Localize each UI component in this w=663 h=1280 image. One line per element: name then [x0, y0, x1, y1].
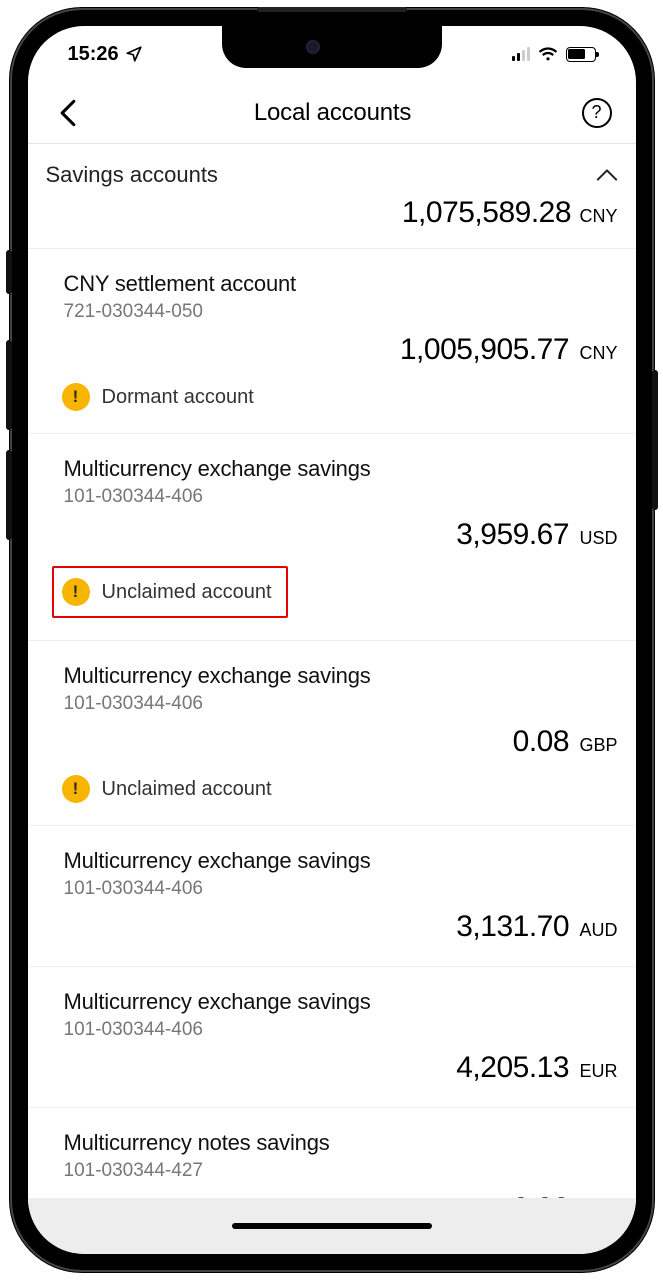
status-left: 15:26: [68, 43, 143, 66]
question-icon: ?: [591, 102, 601, 123]
account-status: ! Unclaimed account: [62, 775, 618, 803]
account-item[interactable]: CNY settlement account 721-030344-050 1,…: [28, 249, 636, 434]
account-balance: 3,131.70 AUD: [64, 910, 618, 944]
phone-frame: 15:26 Local accounts ? Savings accounts: [12, 10, 652, 1270]
warning-icon: !: [62, 578, 90, 606]
status-text: Unclaimed account: [102, 778, 272, 801]
balance-amount: 1,005,905.77: [400, 333, 569, 366]
account-number: 101-030344-406: [64, 486, 618, 508]
side-button-vol-up: [6, 340, 12, 430]
account-name: Multicurrency notes savings: [64, 1130, 618, 1156]
screen: 15:26 Local accounts ? Savings accounts: [28, 26, 636, 1254]
balance-amount: 3,959.67: [456, 518, 569, 551]
location-arrow-icon: [125, 45, 143, 63]
account-item[interactable]: Multicurrency exchange savings 101-03034…: [28, 967, 636, 1108]
balance-currency: GBP: [579, 735, 617, 755]
side-button-power: [652, 370, 658, 510]
account-balance: 1,005,905.77 CNY: [64, 333, 618, 367]
account-item[interactable]: Multicurrency exchange savings 101-03034…: [28, 434, 636, 641]
account-item[interactable]: Multicurrency exchange savings 101-03034…: [28, 641, 636, 826]
home-indicator-bar: [28, 1198, 636, 1254]
camera-dot: [306, 40, 320, 54]
account-name: Multicurrency exchange savings: [64, 456, 618, 482]
content-scroll[interactable]: Savings accounts 1,075,589.28 CNY CNY se…: [28, 144, 636, 1254]
wifi-icon: [538, 46, 558, 62]
page-title: Local accounts: [254, 99, 411, 127]
account-name: Multicurrency exchange savings: [64, 989, 618, 1015]
account-item[interactable]: Multicurrency exchange savings 101-03034…: [28, 826, 636, 967]
account-name: Multicurrency exchange savings: [64, 848, 618, 874]
page-header: Local accounts ?: [28, 82, 636, 144]
balance-amount: 0.08: [513, 725, 569, 758]
account-number: 101-030344-406: [64, 878, 618, 900]
balance-currency: AUD: [579, 920, 617, 940]
account-number: 721-030344-050: [64, 301, 618, 323]
balance-amount: 4,205.13: [456, 1051, 569, 1084]
account-balance: 0.08 GBP: [64, 725, 618, 759]
warning-icon: !: [62, 775, 90, 803]
balance-currency: USD: [579, 528, 617, 548]
section-header-savings[interactable]: Savings accounts 1,075,589.28 CNY: [28, 144, 636, 249]
battery-icon: [566, 47, 596, 62]
balance-currency: CNY: [579, 343, 617, 363]
section-total-currency: CNY: [579, 206, 617, 226]
account-status-highlighted: ! Unclaimed account: [52, 566, 288, 618]
section-title: Savings accounts: [46, 162, 218, 188]
home-indicator[interactable]: [232, 1223, 432, 1229]
warning-icon: !: [62, 383, 90, 411]
chevron-up-icon: [596, 168, 618, 182]
status-right: [512, 46, 596, 62]
help-button[interactable]: ?: [582, 98, 612, 128]
side-button-mute: [6, 250, 12, 294]
account-status: ! Dormant account: [62, 383, 618, 411]
status-text: Unclaimed account: [102, 581, 272, 604]
side-button-vol-down: [6, 450, 12, 540]
back-button[interactable]: [52, 97, 84, 129]
section-total: 1,075,589.28 CNY: [46, 196, 618, 230]
balance-amount: 3,131.70: [456, 910, 569, 943]
account-balance: 4,205.13 EUR: [64, 1051, 618, 1085]
notch: [222, 26, 442, 68]
account-balance: 3,959.67 USD: [64, 518, 618, 552]
account-number: 101-030344-406: [64, 693, 618, 715]
account-name: CNY settlement account: [64, 271, 618, 297]
account-number: 101-030344-406: [64, 1019, 618, 1041]
balance-currency: EUR: [579, 1061, 617, 1081]
section-total-amount: 1,075,589.28: [402, 196, 571, 229]
account-number: 101-030344-427: [64, 1160, 618, 1182]
status-text: Dormant account: [102, 386, 254, 409]
account-name: Multicurrency exchange savings: [64, 663, 618, 689]
signal-icon: [512, 47, 530, 61]
chevron-left-icon: [59, 99, 77, 127]
status-time: 15:26: [68, 43, 119, 66]
